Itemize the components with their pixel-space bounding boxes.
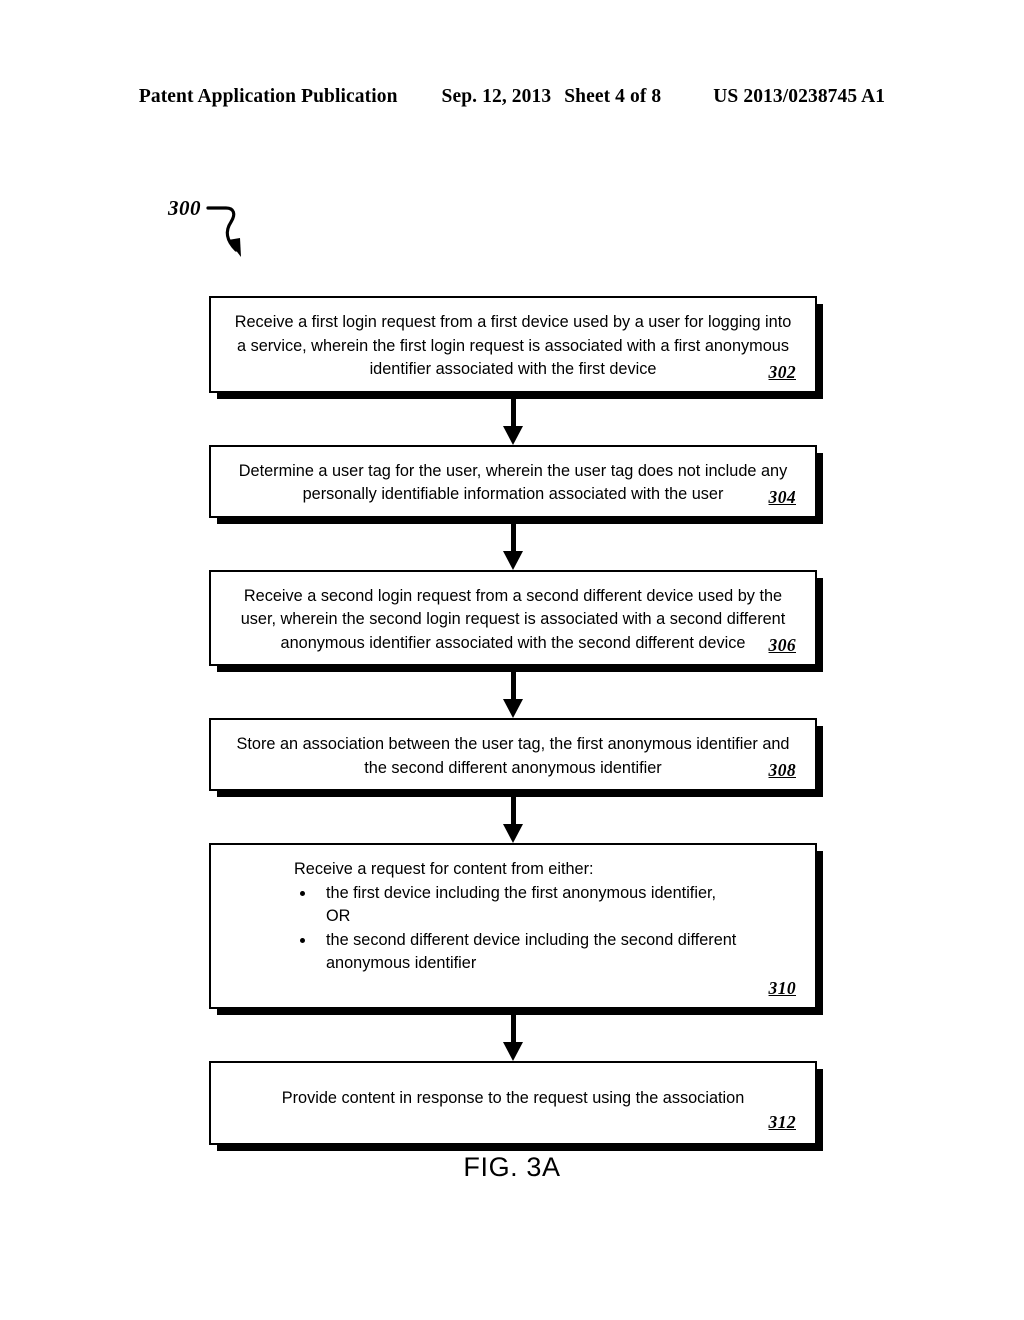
list-item: OR bbox=[326, 907, 351, 925]
flow-node-308: Store an association between the user ta… bbox=[209, 718, 817, 791]
arrowhead-icon bbox=[503, 824, 523, 843]
list-item: the second different device including th… bbox=[300, 929, 798, 976]
flow-node-310-list: the first device including the first ano… bbox=[228, 882, 798, 976]
flow-node-312-text: Provide content in response to the reque… bbox=[281, 1088, 745, 1107]
connector-308-310 bbox=[209, 791, 817, 843]
header-publication-title: Patent Application Publication bbox=[138, 86, 398, 107]
curved-arrow-icon bbox=[206, 206, 241, 257]
flow-node-310-lead-text: Receive a request for content from eithe… bbox=[294, 860, 594, 878]
arrowhead-icon bbox=[503, 1041, 523, 1061]
flow-node-310: Receive a request for content from eithe… bbox=[209, 843, 817, 1009]
arrowhead-icon bbox=[503, 425, 523, 445]
arrowhead-icon bbox=[503, 550, 523, 570]
flow-node-306: Receive a second login request from a se… bbox=[209, 569, 817, 666]
header-sheet-number: Sheet 4 of 8 bbox=[564, 86, 662, 107]
flow-node-306-text: Receive a second login request from a se… bbox=[240, 586, 786, 652]
flow-node-310-number: 310 bbox=[768, 977, 796, 998]
flow-node-312-number: 312 bbox=[768, 1112, 796, 1132]
header-patent-number: US 2013/0238745 A1 bbox=[713, 86, 886, 107]
flow-node-304-text: Determine a user tag for the user, where… bbox=[238, 461, 788, 504]
connector-306-308 bbox=[209, 666, 817, 718]
figure-reference-label: 300 bbox=[168, 196, 201, 220]
flow-node-304: Determine a user tag for the user, where… bbox=[209, 444, 817, 518]
flow-node-312: Provide content in response to the reque… bbox=[209, 1060, 817, 1145]
figure-caption: FIG. 3A bbox=[463, 1152, 561, 1182]
list-item: the first device including the first ano… bbox=[300, 882, 798, 906]
figure-reference-callout: 300 bbox=[168, 196, 298, 266]
connector-302-304 bbox=[209, 392, 817, 445]
connector-310-312 bbox=[209, 1008, 817, 1061]
page-header: Patent Application Publication Sep. 12, … bbox=[0, 86, 1024, 108]
header-date: Sep. 12, 2013 bbox=[441, 86, 552, 107]
flow-node-302: Receive a first login request from a fir… bbox=[209, 296, 817, 393]
flowchart: Receive a first login request from a fir… bbox=[209, 296, 817, 1145]
connector-304-306 bbox=[209, 517, 817, 570]
arrowhead-icon bbox=[503, 699, 523, 718]
